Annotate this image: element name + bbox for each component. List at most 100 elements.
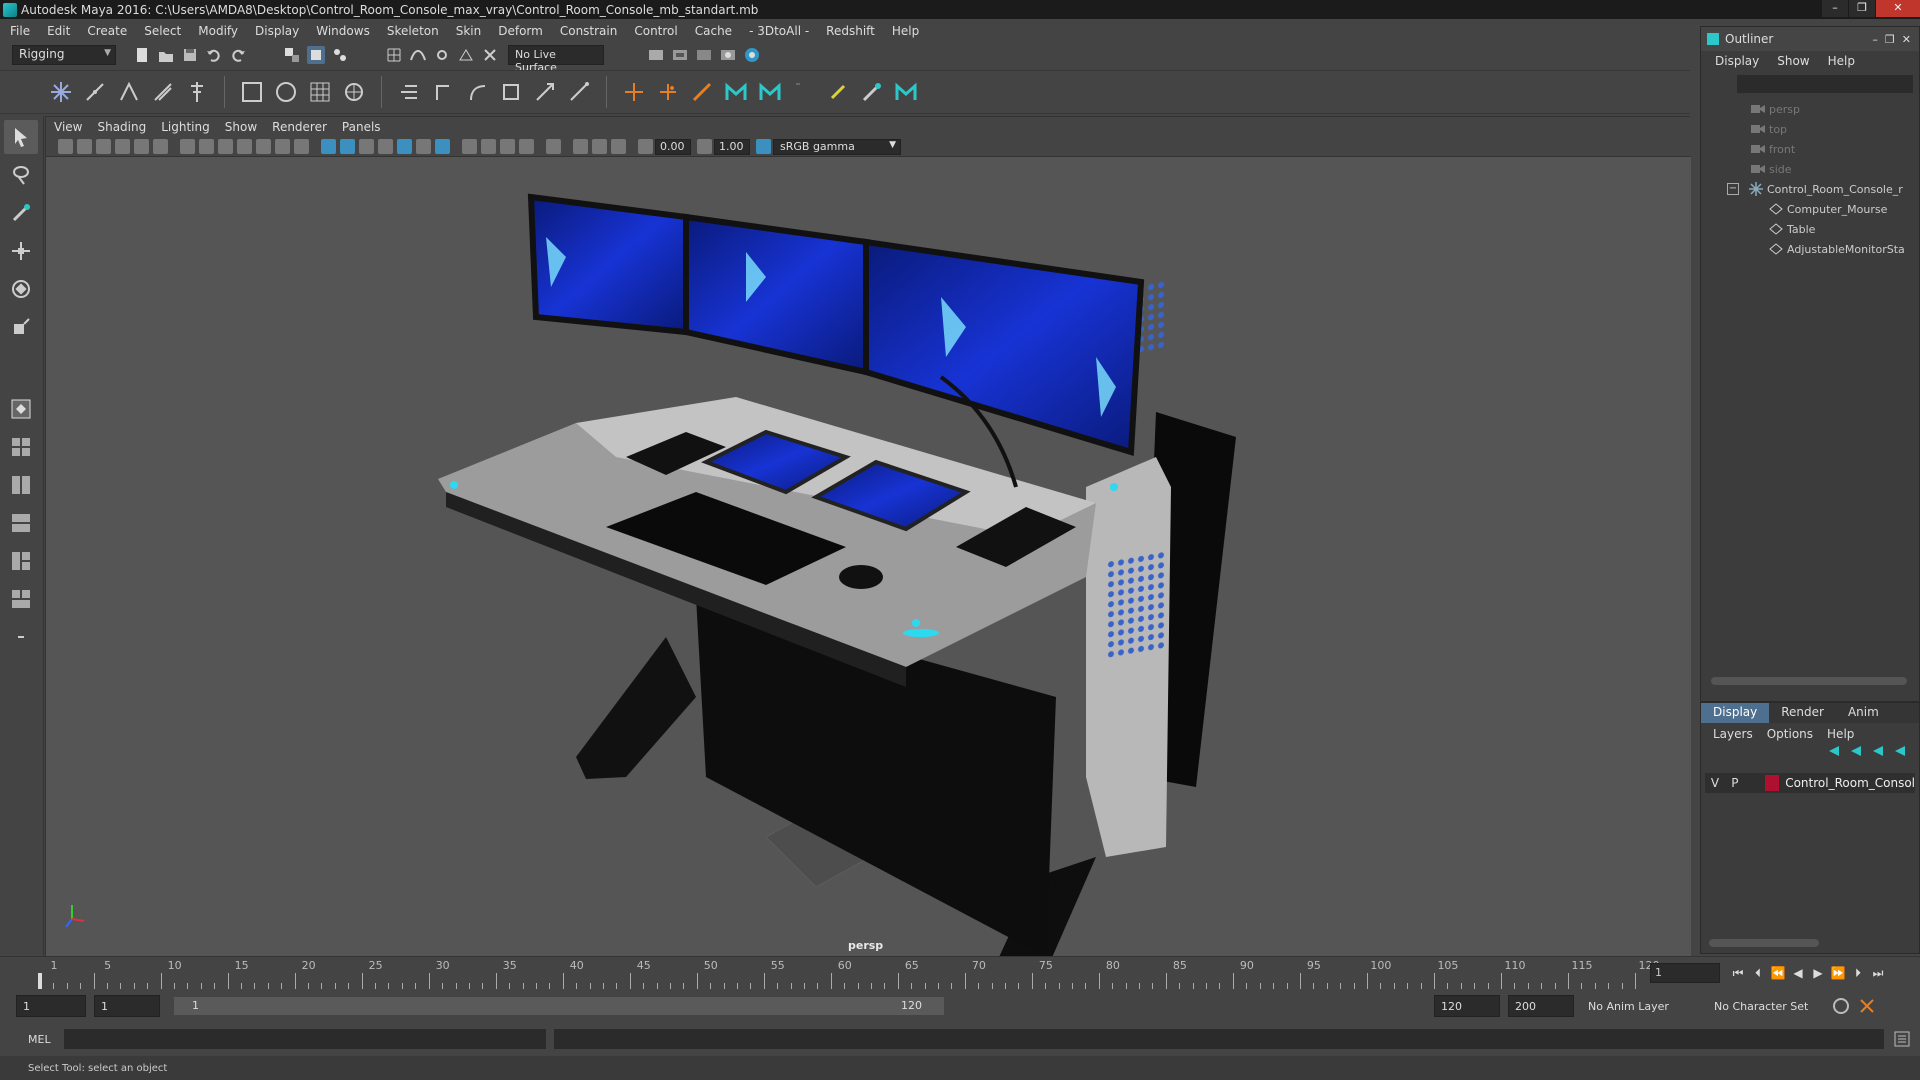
layer-row[interactable]: V P Control_Room_Consol <box>1705 773 1915 793</box>
aim-constraint-icon[interactable] <box>531 78 559 106</box>
step-forward-key-icon[interactable]: ⏩ <box>1828 963 1848 983</box>
paint-weights-icon[interactable] <box>688 78 716 106</box>
current-time-indicator[interactable] <box>38 973 42 989</box>
menu-select[interactable]: Select <box>144 24 181 38</box>
wireframe-on-shaded-icon[interactable] <box>378 139 393 154</box>
maya-logo-icon[interactable] <box>722 78 750 106</box>
snap-view-plane-icon[interactable] <box>457 46 475 64</box>
viewport-menu-view[interactable]: View <box>54 120 82 134</box>
tree-item-computer-mourse[interactable]: Computer_Mourse <box>1701 199 1919 219</box>
screen-space-ao-icon[interactable] <box>462 139 477 154</box>
current-frame-field[interactable]: 1 <box>1650 963 1720 983</box>
render-settings-icon[interactable] <box>695 46 713 64</box>
move-layer-up-icon[interactable] <box>1827 745 1841 763</box>
new-layer-selected-icon[interactable] <box>1893 745 1907 763</box>
cluster-icon[interactable] <box>340 78 368 106</box>
gate-mask-icon[interactable] <box>237 139 252 154</box>
menu-constrain[interactable]: Constrain <box>560 24 618 38</box>
grease-pencil-icon[interactable] <box>153 139 168 154</box>
tree-item-table[interactable]: Table <box>1701 219 1919 239</box>
motion-blur-icon[interactable] <box>481 139 496 154</box>
move-tool-icon[interactable] <box>4 234 38 268</box>
outliner-menu-show[interactable]: Show <box>1777 54 1809 68</box>
viewport-menu-panels[interactable]: Panels <box>342 120 381 134</box>
colorspace-dropdown[interactable]: sRGB gamma ▼ <box>773 138 901 155</box>
lattice-icon[interactable] <box>306 78 334 106</box>
layer-menu-help[interactable]: Help <box>1827 727 1854 741</box>
play-backwards-icon[interactable]: ◀ <box>1788 963 1808 983</box>
character-set-dropdown[interactable]: No Character Set <box>1714 1000 1826 1013</box>
layer-visibility-toggle[interactable]: V <box>1705 776 1725 790</box>
menu-modify[interactable]: Modify <box>198 24 238 38</box>
menu-control[interactable]: Control <box>634 24 677 38</box>
menu-skeleton[interactable]: Skeleton <box>387 24 439 38</box>
xray-active-icon[interactable] <box>592 139 607 154</box>
time-slider-track[interactable]: 1 5 10 15 20 25 30 35 40 45 50 55 60 65 70 75 80 85 90 95 10… <box>30 959 1660 989</box>
layer-color-swatch[interactable] <box>1764 775 1780 791</box>
grid-icon[interactable] <box>180 139 195 154</box>
xray-icon[interactable] <box>573 139 588 154</box>
layout-menu-icon[interactable] <box>4 620 38 654</box>
open-scene-icon[interactable] <box>157 46 175 64</box>
tree-item-side[interactable]: side <box>1701 159 1919 179</box>
step-back-icon[interactable]: ⏴ <box>1748 963 1768 983</box>
locator-icon[interactable] <box>620 78 648 106</box>
viewport-menu-shading[interactable]: Shading <box>97 120 146 134</box>
tab-anim[interactable]: Anim <box>1836 703 1891 723</box>
hypershade-icon[interactable] <box>719 46 737 64</box>
go-to-end-icon[interactable]: ⏭ <box>1868 963 1888 983</box>
tree-item-top[interactable]: top <box>1701 119 1919 139</box>
blank-shelf-icon[interactable] <box>790 78 818 106</box>
safe-title-icon[interactable] <box>294 139 309 154</box>
menu-windows[interactable]: Windows <box>316 24 370 38</box>
outliner-menu-help[interactable]: Help <box>1828 54 1855 68</box>
joint-tool-icon[interactable] <box>47 78 75 106</box>
minimize-button[interactable]: – <box>1822 0 1848 17</box>
exposure-icon[interactable] <box>638 139 653 154</box>
live-surface-field[interactable]: No Live Surface <box>508 45 604 74</box>
shadows-icon[interactable] <box>435 139 450 154</box>
bind-skin-icon[interactable] <box>238 78 266 106</box>
viewport-menu-renderer[interactable]: Renderer <box>272 120 327 134</box>
layer-scrollbar[interactable] <box>1709 939 1819 947</box>
step-forward-icon[interactable]: ⏵ <box>1848 963 1868 983</box>
menu-deform[interactable]: Deform <box>498 24 543 38</box>
3d-viewport-canvas[interactable]: persp <box>46 157 1691 957</box>
command-input[interactable] <box>64 1029 546 1049</box>
move-layer-down-icon[interactable] <box>1849 745 1863 763</box>
maya-logo-icon[interactable] <box>756 78 784 106</box>
layer-menu-options[interactable]: Options <box>1767 727 1813 741</box>
menu-create[interactable]: Create <box>87 24 127 38</box>
restore-button[interactable]: ❐ <box>1849 0 1875 17</box>
use-all-lights-icon[interactable] <box>416 139 431 154</box>
ipr-render-icon[interactable] <box>671 46 689 64</box>
range-slider-bar[interactable]: 1 120 <box>174 997 944 1015</box>
layer-menu-layers[interactable]: Layers <box>1713 727 1753 741</box>
persp-graph-layout-icon[interactable] <box>4 506 38 540</box>
anim-layer-dropdown[interactable]: No Anim Layer <box>1588 1000 1700 1013</box>
viewport-menu-show[interactable]: Show <box>225 120 257 134</box>
new-layer-icon[interactable] <box>1871 745 1885 763</box>
menu-edit[interactable]: Edit <box>47 24 70 38</box>
outliner-search-field[interactable] <box>1737 75 1913 93</box>
menu-display[interactable]: Display <box>255 24 299 38</box>
save-scene-icon[interactable] <box>181 46 199 64</box>
camera-attributes-icon[interactable] <box>77 139 92 154</box>
image-plane-icon[interactable] <box>115 139 130 154</box>
anti-aliasing-icon[interactable] <box>500 139 515 154</box>
pole-vector-icon[interactable] <box>565 78 593 106</box>
snap-live-icon[interactable] <box>481 46 499 64</box>
isolate-select-icon[interactable] <box>546 139 561 154</box>
bookmark-icon[interactable] <box>96 139 111 154</box>
outliner-scrollbar[interactable] <box>1711 677 1907 685</box>
paint-select-icon[interactable] <box>4 196 38 230</box>
tab-render[interactable]: Render <box>1769 703 1836 723</box>
auto-key-icon[interactable] <box>1832 997 1850 1015</box>
menu-redshift[interactable]: Redshift <box>826 24 875 38</box>
select-tool-icon[interactable] <box>4 120 38 154</box>
outliner-menu-display[interactable]: Display <box>1715 54 1759 68</box>
brush-icon[interactable] <box>858 78 886 106</box>
play-forwards-icon[interactable]: ▶ <box>1808 963 1828 983</box>
tree-item-front[interactable]: front <box>1701 139 1919 159</box>
gamma-field[interactable]: 1.00 <box>714 138 750 155</box>
